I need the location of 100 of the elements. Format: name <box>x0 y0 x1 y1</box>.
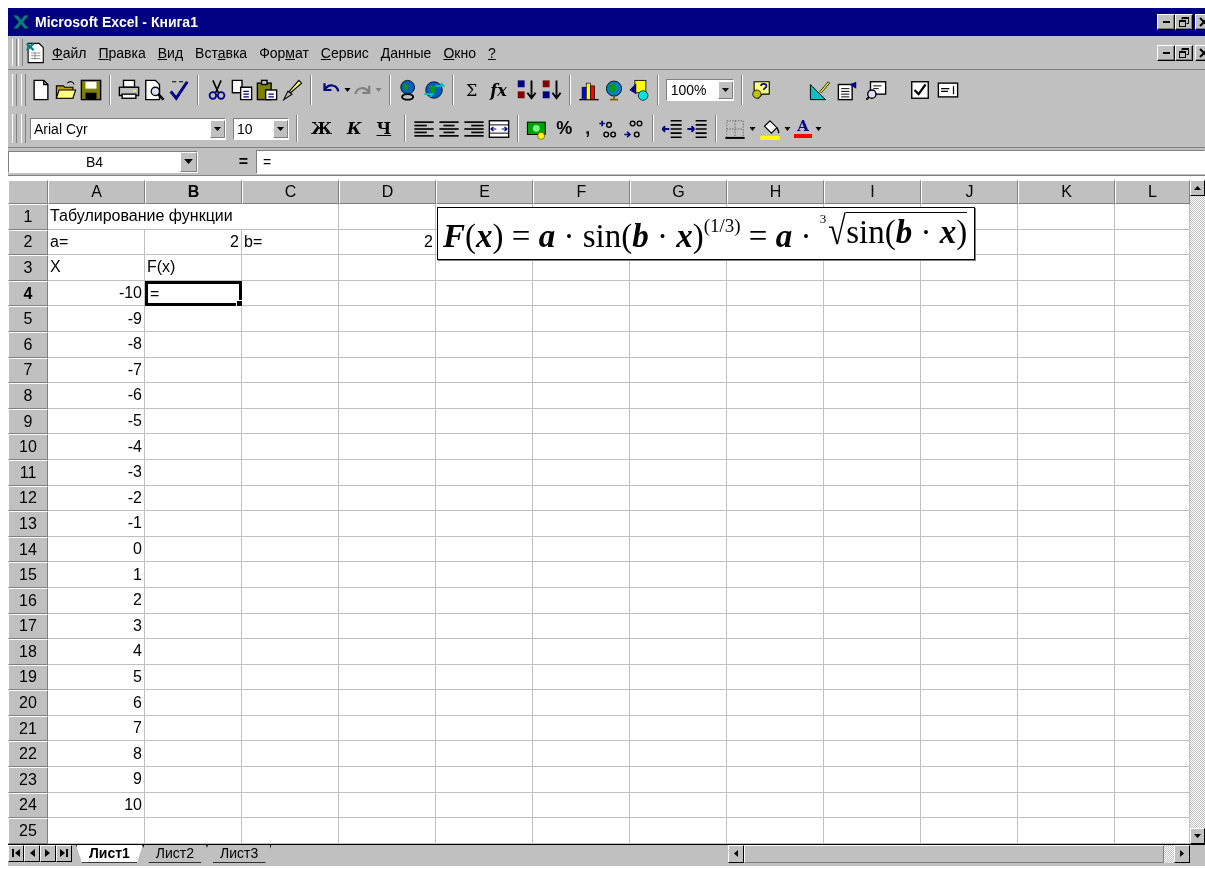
table-cell[interactable] <box>1018 357 1115 384</box>
menu-item[interactable]: Сервис <box>314 42 375 63</box>
table-cell[interactable] <box>824 562 921 588</box>
table-cell[interactable] <box>727 511 824 537</box>
row-header[interactable]: 10 <box>8 434 48 460</box>
table-cell[interactable] <box>339 715 436 742</box>
table-cell[interactable] <box>824 741 921 768</box>
table-cell[interactable] <box>436 818 533 844</box>
table-cell[interactable]: -3 <box>48 459 145 486</box>
table-cell[interactable] <box>1018 306 1115 332</box>
menu-item[interactable]: Данные <box>374 42 438 63</box>
table-cell[interactable] <box>533 485 630 512</box>
table-cell[interactable] <box>630 280 727 307</box>
table-cell[interactable]: 3 <box>48 613 145 640</box>
table-cell[interactable] <box>436 741 533 768</box>
table-cell[interactable] <box>436 664 533 691</box>
bold-button[interactable]: Ж <box>305 119 338 138</box>
table-cell[interactable] <box>533 715 630 742</box>
globe-arrows-icon[interactable] <box>423 79 445 101</box>
row-header[interactable]: 1 <box>8 204 48 230</box>
table-cell[interactable]: -1 <box>48 511 145 537</box>
table-cell[interactable]: -5 <box>48 408 145 435</box>
table-cell[interactable] <box>727 536 824 563</box>
column-header[interactable]: K <box>1018 180 1115 204</box>
table-cell[interactable] <box>242 511 339 537</box>
edit-formula-button[interactable]: = <box>198 152 256 171</box>
table-cell[interactable] <box>1018 229 1115 256</box>
folder-icon[interactable] <box>55 79 77 101</box>
table-cell[interactable] <box>1018 818 1115 844</box>
table-cell[interactable] <box>533 587 630 614</box>
scroll-down-button[interactable] <box>1190 827 1205 844</box>
table-cell[interactable] <box>1018 331 1115 358</box>
decrease-decimal-icon[interactable] <box>623 117 646 140</box>
table-cell[interactable] <box>436 792 533 819</box>
column-header[interactable]: C <box>242 180 339 204</box>
table-cell[interactable] <box>339 587 436 614</box>
table-cell[interactable] <box>630 690 727 716</box>
table-cell[interactable] <box>727 331 824 358</box>
table-cell[interactable]: b= <box>242 229 339 256</box>
table-cell[interactable] <box>436 511 533 537</box>
table-cell[interactable] <box>145 715 242 742</box>
table-cell[interactable]: 5 <box>48 664 145 691</box>
table-cell[interactable] <box>436 485 533 512</box>
table-cell[interactable] <box>824 434 921 460</box>
table-cell[interactable] <box>727 690 824 716</box>
table-cell[interactable]: -9 <box>48 306 145 332</box>
table-cell[interactable] <box>727 357 824 384</box>
row-header[interactable]: 7 <box>8 357 48 384</box>
table-cell[interactable] <box>824 613 921 640</box>
table-cell[interactable] <box>145 306 242 332</box>
table-cell[interactable] <box>242 818 339 844</box>
table-cell[interactable] <box>242 639 339 665</box>
row-header[interactable]: 9 <box>8 408 48 435</box>
column-header[interactable]: L <box>1115 180 1190 204</box>
table-cell[interactable]: X <box>48 255 145 281</box>
new-file-icon[interactable] <box>30 79 52 101</box>
menu-item[interactable]: Окно <box>437 42 482 63</box>
table-cell[interactable] <box>630 792 727 819</box>
table-cell[interactable] <box>145 331 242 358</box>
font-color-button[interactable]: A <box>794 119 812 138</box>
table-cell[interactable] <box>824 818 921 844</box>
row-header[interactable]: 8 <box>8 383 48 409</box>
table-cell[interactable] <box>630 613 727 640</box>
table-cell[interactable] <box>1018 255 1115 281</box>
table-cell[interactable] <box>727 792 824 819</box>
table-cell[interactable] <box>436 613 533 640</box>
table-cell[interactable] <box>436 280 533 307</box>
table-cell[interactable] <box>824 767 921 793</box>
table-cell[interactable] <box>630 767 727 793</box>
select-all-corner[interactable] <box>8 180 48 204</box>
table-cell[interactable] <box>145 587 242 614</box>
table-cell[interactable] <box>630 741 727 768</box>
table-cell[interactable] <box>145 383 242 409</box>
column-header[interactable]: D <box>339 180 436 204</box>
table-cell[interactable]: -2 <box>48 485 145 512</box>
column-header[interactable]: E <box>436 180 533 204</box>
previous-sheet-button[interactable] <box>24 844 40 862</box>
table-cell[interactable] <box>339 767 436 793</box>
table-cell[interactable] <box>1018 741 1115 768</box>
borders-icon[interactable] <box>724 117 747 140</box>
table-cell[interactable] <box>533 357 630 384</box>
table-cell[interactable] <box>242 767 339 793</box>
font-size-field[interactable]: 10 <box>233 117 289 140</box>
table-cell[interactable] <box>339 383 436 409</box>
table-cell[interactable] <box>921 306 1018 332</box>
properties-icon[interactable] <box>836 79 859 101</box>
row-header[interactable]: 14 <box>8 536 48 563</box>
sheet-tab[interactable]: Лист1 <box>76 844 143 863</box>
workbook-icon[interactable] <box>24 41 46 64</box>
table-cell[interactable] <box>145 485 242 512</box>
table-cell[interactable] <box>242 664 339 691</box>
column-header[interactable]: A <box>48 180 145 204</box>
table-cell[interactable] <box>436 434 533 460</box>
table-cell[interactable] <box>436 306 533 332</box>
table-cell[interactable] <box>1018 408 1115 435</box>
first-sheet-button[interactable] <box>8 844 24 862</box>
row-header[interactable]: 6 <box>8 331 48 358</box>
dropdown-button[interactable] <box>717 81 733 99</box>
table-cell[interactable] <box>145 536 242 563</box>
checkbox-icon[interactable] <box>908 79 931 101</box>
